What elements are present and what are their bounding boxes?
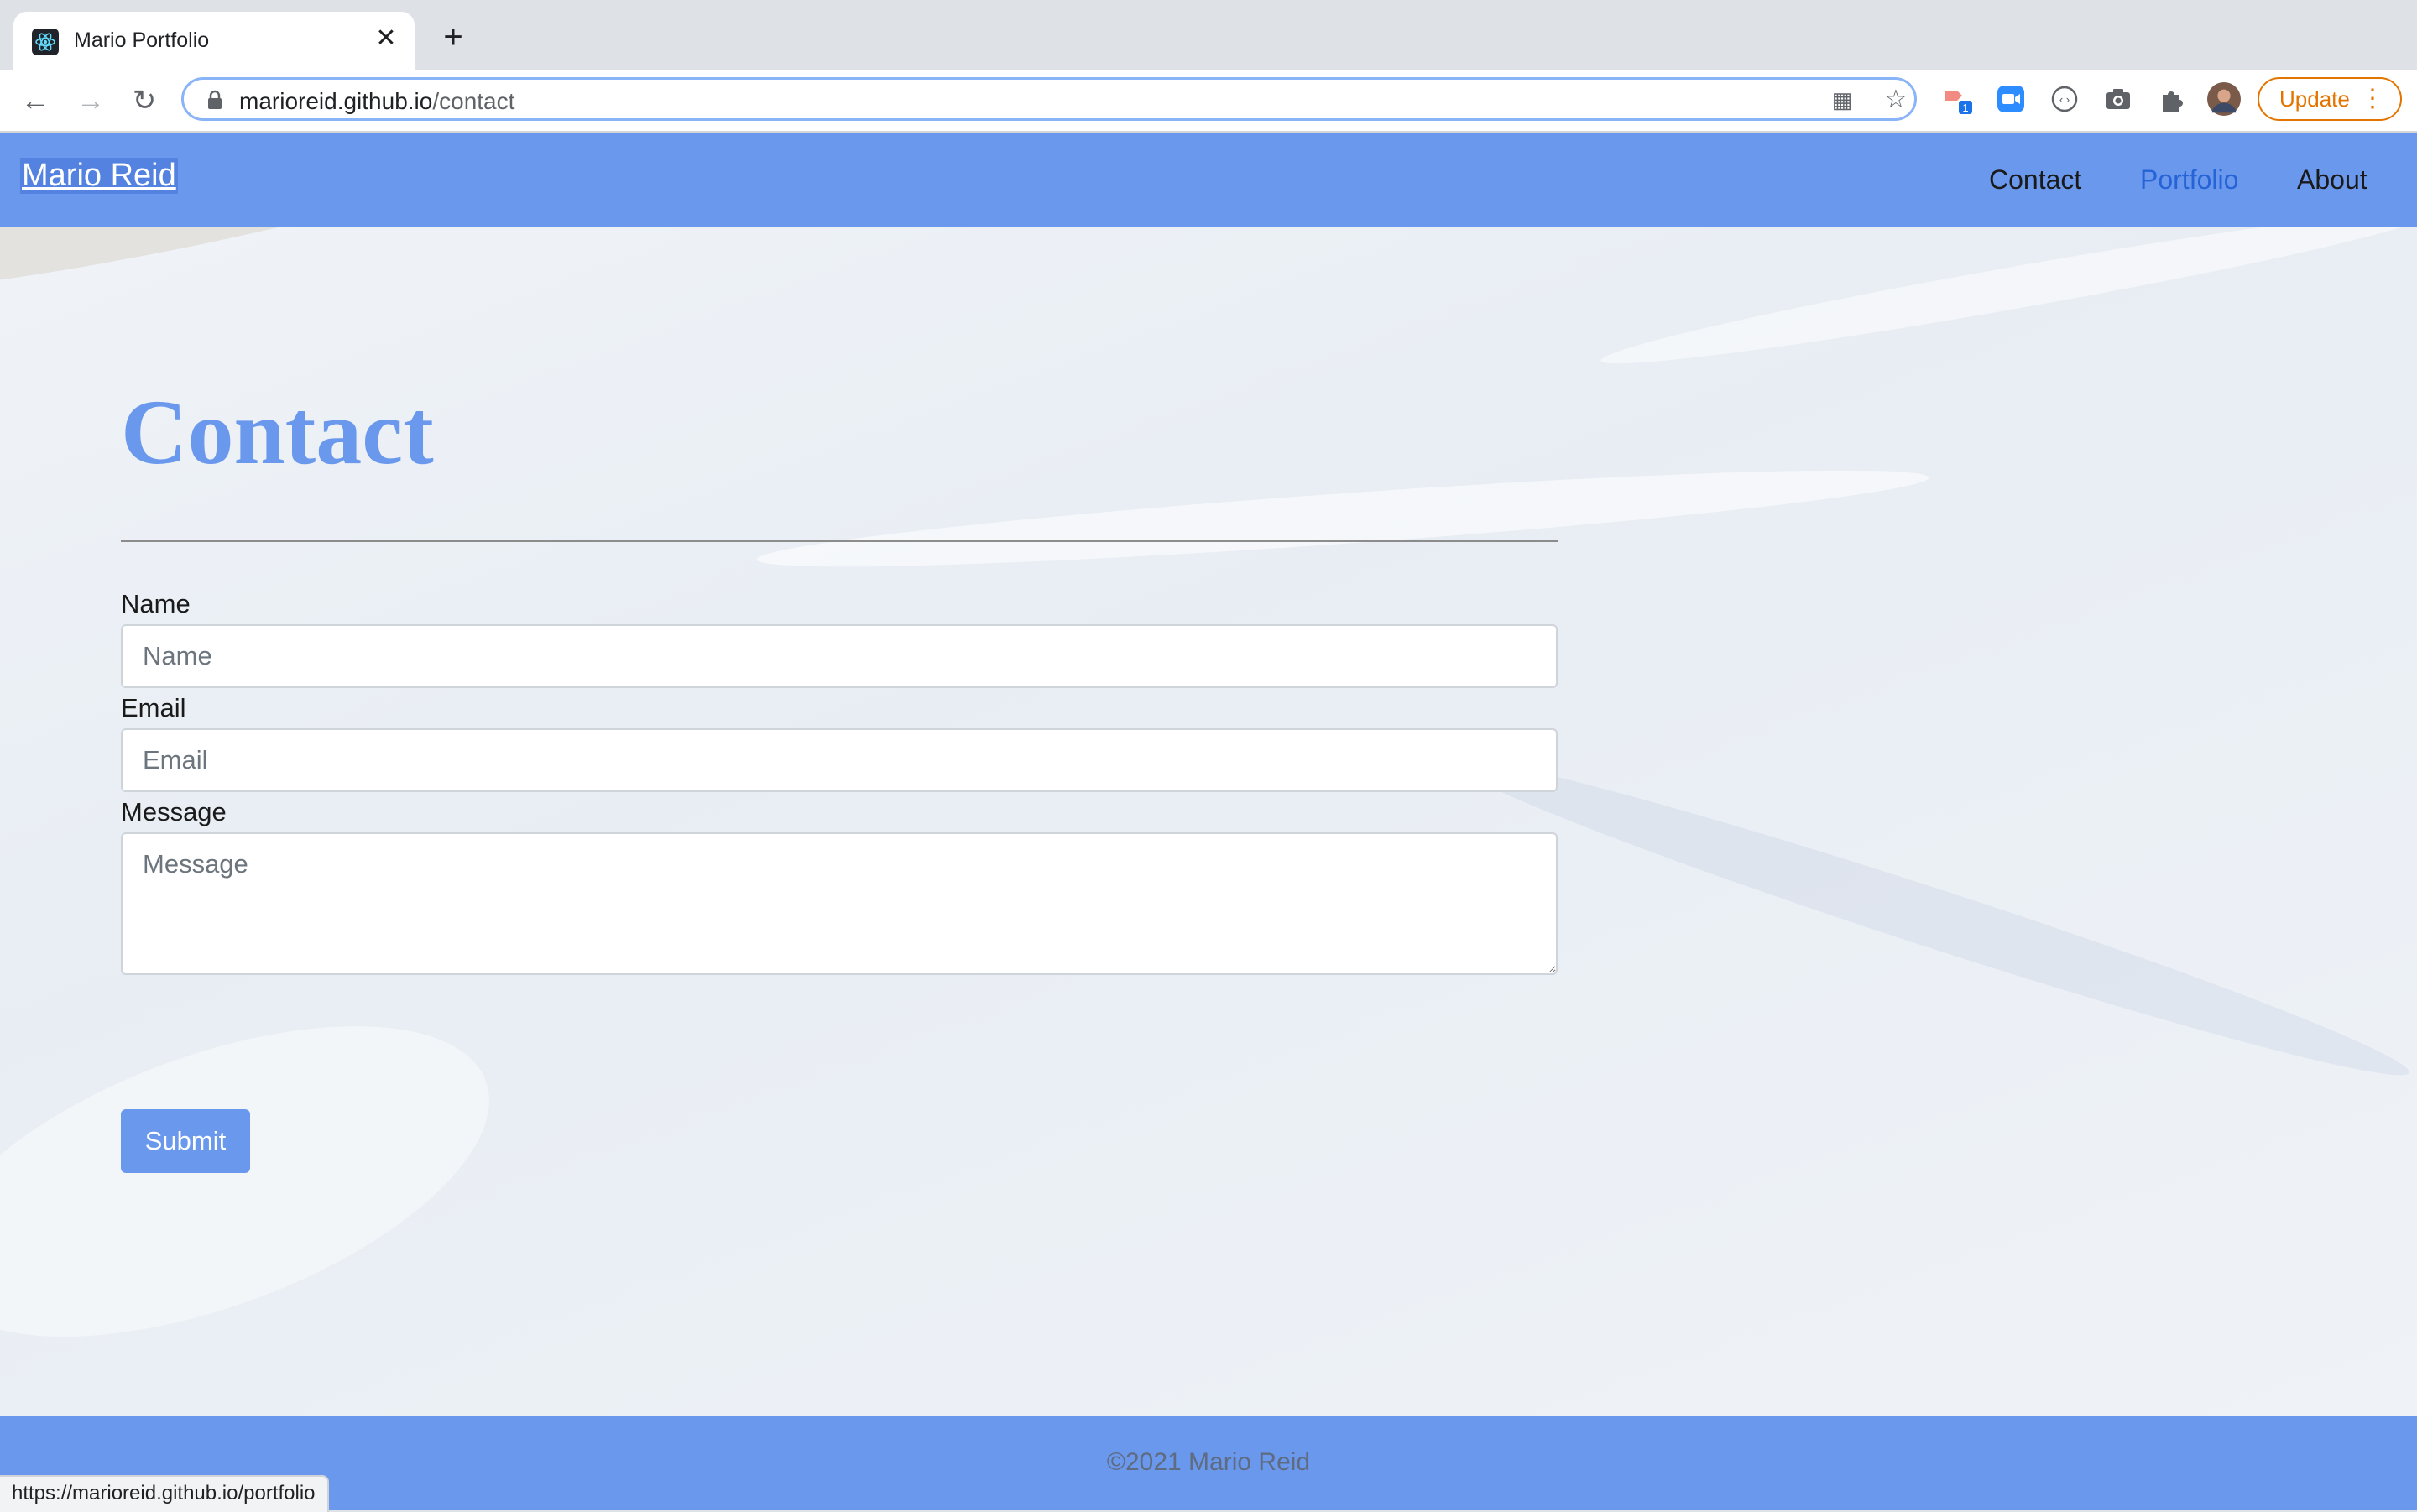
nav-link-about[interactable]: About: [2297, 164, 2367, 196]
react-favicon-icon: [32, 29, 59, 55]
page-viewport: Mario Reid Contact Portfolio About Conta…: [0, 133, 2417, 1510]
update-label: Update: [2279, 86, 2350, 112]
zoom-video-icon[interactable]: [1994, 82, 2028, 116]
lock-icon: [208, 90, 222, 109]
more-menu-icon[interactable]: ⋮: [2360, 79, 2385, 119]
close-tab-icon[interactable]: ✕: [371, 23, 401, 54]
name-label: Name: [121, 589, 191, 618]
email-label: Email: [121, 693, 186, 722]
nav-link-portfolio[interactable]: Portfolio: [2140, 164, 2238, 196]
brand-link[interactable]: Mario Reid: [20, 158, 178, 194]
browser-update-button[interactable]: Update ⋮: [2258, 77, 2402, 121]
message-label: Message: [121, 797, 227, 826]
qr-code-icon[interactable]: ▦: [1829, 86, 1856, 113]
footer-copyright: ©2021 Mario Reid: [1106, 1448, 1311, 1476]
new-tab-icon[interactable]: +: [435, 18, 472, 55]
profile-avatar[interactable]: [2207, 82, 2241, 116]
tab-title: Mario Portfolio: [74, 29, 210, 52]
url-host: marioreid.github.io: [239, 88, 433, 114]
reload-icon[interactable]: ↻: [126, 82, 163, 119]
tab-strip: Mario Portfolio ✕ +: [0, 0, 2417, 70]
forward-arrow-icon[interactable]: →: [72, 82, 109, 119]
name-input[interactable]: [121, 624, 1558, 688]
back-arrow-icon[interactable]: ←: [17, 82, 54, 119]
page-title: Contact: [121, 381, 434, 483]
browser-toolbar: ← → ↻ marioreid.github.io/contact ▦ ☆ 1 …: [0, 70, 2417, 133]
address-bar[interactable]: marioreid.github.io/contact ▦ ☆: [181, 77, 1917, 121]
link-status-tooltip: https://marioreid.github.io/portfolio: [0, 1475, 329, 1512]
puzzle-extensions-icon[interactable]: [2155, 82, 2189, 116]
url-path: /contact: [432, 88, 515, 114]
camera-icon[interactable]: [2101, 82, 2135, 116]
bookmark-star-icon[interactable]: ☆: [1882, 86, 1909, 113]
site-navbar: Mario Reid Contact Portfolio About: [0, 133, 2417, 227]
background-texture: [754, 452, 1931, 585]
nav-link-contact[interactable]: Contact: [1989, 164, 2081, 196]
background-texture: [1442, 733, 2417, 1101]
code-extension-icon[interactable]: ‹›: [2048, 82, 2081, 116]
email-input[interactable]: [121, 728, 1558, 792]
svg-text:‹›: ‹›: [2058, 94, 2071, 107]
browser-tab[interactable]: Mario Portfolio ✕: [13, 12, 415, 70]
background-texture: [0, 962, 530, 1400]
title-divider: [121, 540, 1558, 542]
submit-button[interactable]: Submit: [121, 1109, 250, 1173]
message-textarea[interactable]: [121, 832, 1558, 975]
extension-badge-count: 1: [1962, 102, 1968, 114]
extension-badge-icon[interactable]: 1: [1940, 82, 1974, 116]
site-footer: ©2021 Mario Reid: [0, 1416, 2417, 1510]
address-url: marioreid.github.io/contact: [239, 88, 514, 115]
